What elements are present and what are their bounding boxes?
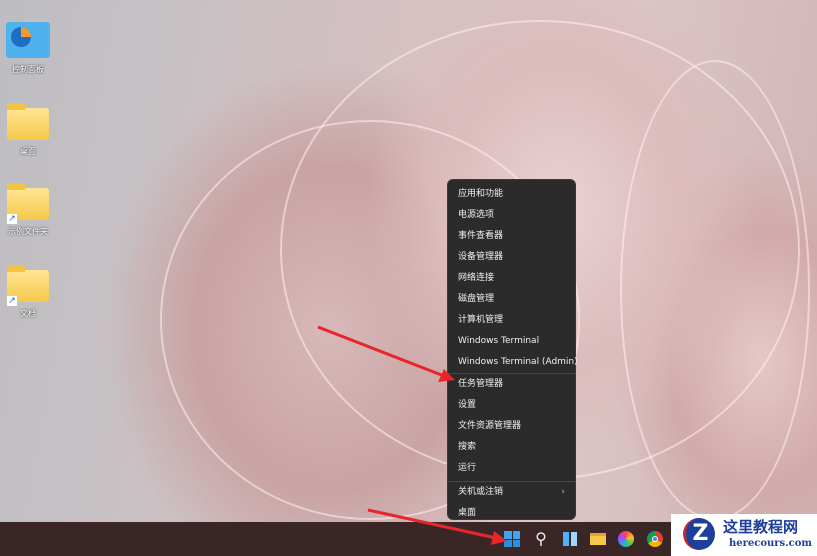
watermark-url: herecours.com: [729, 538, 813, 549]
watermark: Z 这里教程网 herecours.com: [671, 514, 817, 556]
watermark-title: 这里教程网: [723, 518, 799, 536]
annotation-arrows: [317, 325, 507, 545]
watermark-logo-icon: Z: [683, 518, 715, 550]
red-arrow-icon: [367, 508, 507, 545]
red-arrow-icon: [317, 325, 455, 382]
